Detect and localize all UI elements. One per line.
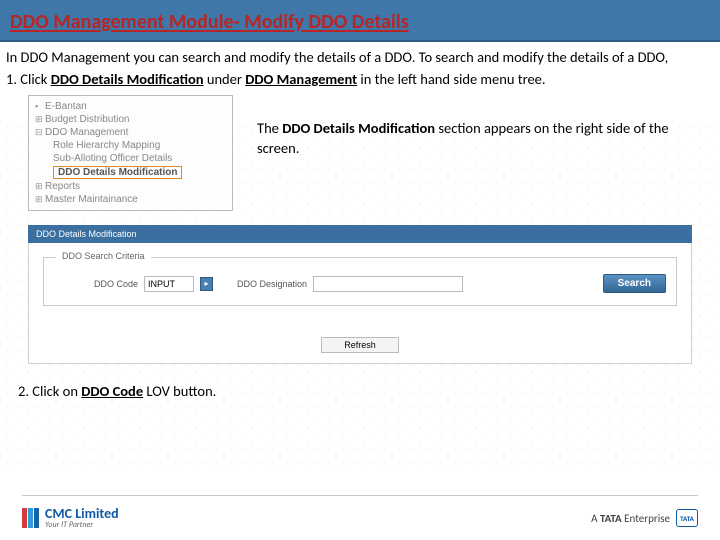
footer: CMC Limited Your IT Partner A TATA Enter…: [0, 496, 720, 540]
expand-icon: ⊞: [35, 194, 45, 205]
tree-item-label: Master Maintainance: [45, 194, 138, 205]
tree-item-label: Budget Distribution: [45, 114, 130, 125]
expand-icon: ⊞: [35, 114, 45, 125]
brand-tagline: Your IT Partner: [45, 521, 119, 529]
tree-subitem-ddo-details-mod[interactable]: DDO Details Modification: [47, 165, 226, 180]
ddo-panel: DDO Details Modification DDO Search Crit…: [28, 225, 692, 364]
title-bar: DDO Management Module- Modify DDO Detail…: [0, 0, 720, 42]
intro-text: In DDO Management you can search and mod…: [0, 42, 720, 91]
step2-bold: DDO Code: [81, 382, 143, 400]
appears-note: The DDO Details Modification section app…: [257, 95, 710, 211]
tata-enterprise-label: A TATA Enterprise TATA: [591, 509, 698, 527]
step2-post: LOV button.: [143, 382, 216, 400]
step2-pre: 2. Click on: [18, 382, 81, 400]
tree-item-label-highlighted: DDO Details Modification: [53, 166, 182, 179]
refresh-button[interactable]: Refresh: [321, 337, 399, 353]
brand-name: CMC Limited: [45, 507, 119, 521]
tree-item-master-maint[interactable]: ⊞Master Maintainance: [33, 193, 226, 206]
step-2-text: 2. Click on DDO Code LOV button.: [0, 364, 720, 400]
tree-item-label: Sub-Alloting Officer Details: [53, 153, 172, 164]
tree-item-ebantan[interactable]: ▪E-Bantan: [33, 100, 226, 113]
step1-bold-1: DDO Details Modification: [51, 70, 204, 88]
expand-icon: ⊞: [35, 181, 45, 192]
tata-logo-icon: TATA: [676, 509, 698, 527]
footer-right-bold: TATA: [600, 512, 622, 525]
step1-pre: 1. Click: [6, 70, 51, 88]
tree-item-label: DDO Management: [45, 127, 128, 138]
tree-item-label: E-Bantan: [45, 101, 87, 112]
cmc-logo-mark-icon: [22, 508, 39, 528]
footer-right-pre: A: [591, 512, 600, 525]
ddo-code-input[interactable]: [144, 276, 194, 292]
tree-subitem-sub-alloting[interactable]: Sub-Alloting Officer Details: [47, 152, 226, 165]
tree-item-budget[interactable]: ⊞Budget Distribution: [33, 113, 226, 126]
note-bold: DDO Details Modification: [282, 119, 435, 137]
search-button[interactable]: Search: [603, 274, 666, 293]
tree-item-ddo-management[interactable]: ⊟DDO Management: [33, 126, 226, 139]
step1-mid: under: [204, 70, 246, 88]
note-pre: The: [257, 119, 282, 137]
bullet-icon: ▪: [35, 101, 45, 111]
step1-post: in the left hand side menu tree.: [357, 70, 545, 88]
tree-item-label: Reports: [45, 181, 80, 192]
tree-item-label: Role Hierarchy Mapping: [53, 140, 160, 151]
collapse-icon: ⊟: [35, 127, 45, 138]
tree-subitem-role-hierarchy[interactable]: Role Hierarchy Mapping: [47, 139, 226, 152]
lov-icon: ▸: [205, 279, 209, 288]
intro-line-1: In DDO Management you can search and mod…: [6, 48, 710, 68]
ddo-designation-input[interactable]: [313, 276, 463, 292]
tree-item-reports[interactable]: ⊞Reports: [33, 180, 226, 193]
menu-tree: ▪E-Bantan ⊞Budget Distribution ⊟DDO Mana…: [28, 95, 233, 211]
cmc-logo: CMC Limited Your IT Partner: [22, 507, 119, 529]
page-title: DDO Management Module- Modify DDO Detail…: [4, 6, 415, 38]
ddo-code-lov-button[interactable]: ▸: [200, 277, 213, 291]
panel-header: DDO Details Modification: [28, 225, 692, 243]
fieldset-legend: DDO Search Criteria: [56, 251, 151, 261]
step1-bold-2: DDO Management: [245, 70, 357, 88]
search-criteria-fieldset: DDO Search Criteria DDO Code ▸ DDO Desig…: [43, 257, 677, 306]
ddo-designation-label: DDO Designation: [237, 279, 307, 289]
footer-right-post: Enterprise: [622, 512, 670, 525]
ddo-code-label: DDO Code: [94, 279, 138, 289]
